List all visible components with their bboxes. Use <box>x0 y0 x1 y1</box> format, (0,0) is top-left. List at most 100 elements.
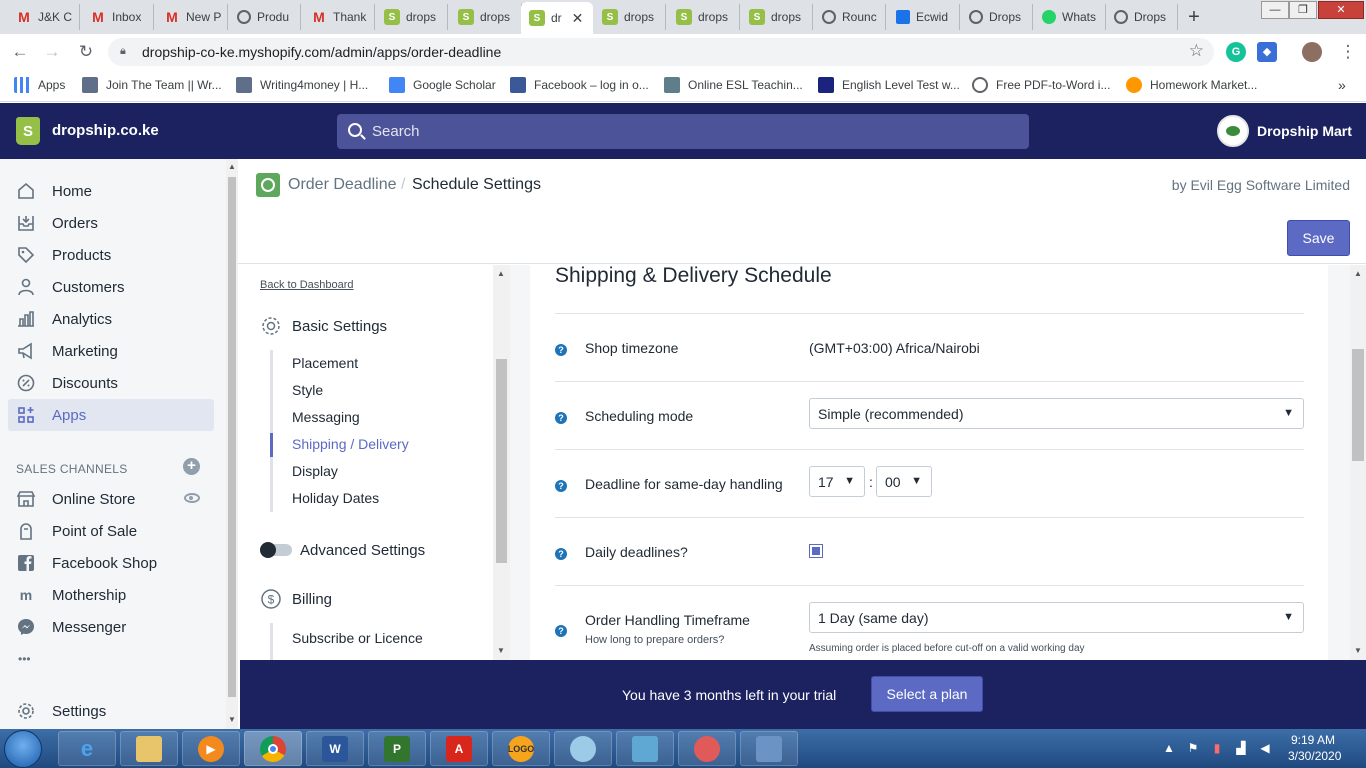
deadline-hour-select[interactable]: 17 ▼ <box>809 466 865 497</box>
view-store-eye-icon[interactable] <box>184 493 200 503</box>
browser-tab[interactable]: Sdrops <box>376 4 448 30</box>
browser-tab[interactable]: Drops <box>1106 4 1178 30</box>
ie-icon[interactable]: e <box>58 731 116 766</box>
scroll-up-arrow-icon[interactable]: ▲ <box>1354 269 1362 278</box>
bookmark-item[interactable]: Homework Market... <box>1126 77 1257 93</box>
app-sidebar-scrollbar[interactable]: ▲ ▼ <box>493 265 510 660</box>
show-hidden-icons-icon[interactable]: ▲ <box>1162 741 1176 755</box>
bookmarks-overflow-icon[interactable]: » <box>1338 77 1346 93</box>
browser-menu-icon[interactable]: ⋮ <box>1338 42 1358 62</box>
grammarly-extension-icon[interactable]: G <box>1226 42 1246 62</box>
photo-viewer-icon[interactable] <box>616 731 674 766</box>
nav-item-home[interactable]: Home <box>8 175 214 207</box>
store-name[interactable]: dropship.co.ke <box>52 122 159 139</box>
nav-item-orders[interactable]: Orders <box>8 207 214 239</box>
bookmark-item[interactable]: Online ESL Teachin... <box>664 77 803 93</box>
add-channel-icon[interactable]: + <box>183 458 200 475</box>
side-link-shipping-delivery[interactable]: Shipping / Delivery <box>292 436 409 452</box>
url-text[interactable]: dropship-co-ke.myshopify.com/admin/apps/… <box>142 44 501 60</box>
advanced-settings-heading[interactable]: Advanced Settings <box>300 542 425 559</box>
address-bar[interactable]: 🔒︎ dropship-co-ke.myshopify.com/admin/ap… <box>108 38 1214 66</box>
help-icon[interactable]: ? <box>555 625 567 637</box>
nav-item-products[interactable]: Products <box>8 239 214 271</box>
close-tab-icon[interactable]: ✕ <box>572 10 584 27</box>
deadline-minute-select[interactable]: 00 ▼ <box>876 466 932 497</box>
control-panel-icon[interactable] <box>740 731 798 766</box>
new-tab-button[interactable]: + <box>1182 6 1206 28</box>
browser-tab-active[interactable]: Sdr ✕ <box>521 2 593 34</box>
scroll-down-arrow-icon[interactable]: ▼ <box>1354 646 1362 655</box>
side-link-messaging[interactable]: Messaging <box>292 409 360 425</box>
chrome-icon[interactable] <box>244 731 302 766</box>
browser-tab[interactable]: Sdrops <box>594 4 666 30</box>
daily-deadlines-checkbox[interactable] <box>809 544 823 558</box>
timeframe-select[interactable]: 1 Day (same day) ▼ <box>809 602 1304 633</box>
maximize-window-button[interactable]: ❐ <box>1289 1 1317 19</box>
word-icon[interactable]: W <box>306 731 364 766</box>
browser-tab[interactable]: M Inbox <box>82 4 154 30</box>
bookmark-item[interactable]: Free PDF-to-Word i... <box>972 77 1110 93</box>
basic-settings-heading[interactable]: Basic Settings <box>260 315 387 337</box>
back-arrow-icon[interactable]: ← <box>10 42 30 62</box>
nav-item-facebook-shop[interactable]: Facebook Shop <box>8 547 214 579</box>
bookmark-star-icon[interactable]: ☆ <box>1189 41 1204 61</box>
billing-heading[interactable]: $ Billing <box>260 588 332 610</box>
volume-icon[interactable]: ◀ <box>1258 741 1272 755</box>
nav-item-online-store[interactable]: Online Store <box>8 483 214 515</box>
admin-search-input[interactable]: Search <box>337 114 1029 149</box>
flag-icon[interactable]: ⚑ <box>1186 741 1200 755</box>
scroll-down-arrow-icon[interactable]: ▼ <box>228 715 236 724</box>
browser-tab[interactable]: Sdrops <box>450 4 522 30</box>
bookmark-item[interactable]: Facebook – log in o... <box>510 77 649 93</box>
bookmark-item[interactable]: Join The Team || Wr... <box>82 77 222 93</box>
paint-icon[interactable] <box>554 731 612 766</box>
side-link-holiday-dates[interactable]: Holiday Dates <box>292 490 379 506</box>
battery-icon[interactable]: ▮ <box>1210 741 1224 755</box>
profile-avatar[interactable] <box>1302 42 1322 62</box>
nav-item-analytics[interactable]: Analytics <box>8 303 214 335</box>
clock-date[interactable]: 3/30/2020 <box>1288 749 1341 763</box>
scheduling-mode-select[interactable]: Simple (recommended) ▼ <box>809 398 1304 429</box>
snipping-icon[interactable] <box>678 731 736 766</box>
network-icon[interactable]: ▟ <box>1234 741 1248 755</box>
media-player-icon[interactable]: ▶ <box>182 731 240 766</box>
main-scrollbar[interactable]: ▲ ▼ <box>1350 265 1366 660</box>
acrobat-icon[interactable]: A <box>430 731 488 766</box>
side-link-subscribe[interactable]: Subscribe or Licence <box>292 630 423 646</box>
browser-tab[interactable]: M J&K C <box>8 4 80 30</box>
scroll-up-arrow-icon[interactable]: ▲ <box>497 269 505 278</box>
browser-tab[interactable]: Produ <box>229 4 301 30</box>
browser-tab[interactable]: Ecwid <box>888 4 960 30</box>
project-icon[interactable]: P <box>368 731 426 766</box>
logo-app-icon[interactable]: LOGO <box>492 731 550 766</box>
scrollbar-thumb[interactable] <box>1352 349 1364 461</box>
side-link-style[interactable]: Style <box>292 382 323 398</box>
scrollbar-thumb[interactable] <box>228 177 236 697</box>
save-button[interactable]: Save <box>1287 220 1350 256</box>
browser-tab[interactable]: Rounc <box>814 4 886 30</box>
nav-item-mothership[interactable]: m Mothership <box>8 579 214 611</box>
back-to-dashboard-link[interactable]: Back to Dashboard <box>260 279 354 291</box>
browser-tab[interactable]: Whats <box>1034 4 1106 30</box>
reload-icon[interactable]: ↻ <box>76 42 96 62</box>
close-window-button[interactable]: ✕ <box>1318 1 1364 19</box>
select-plan-button[interactable]: Select a plan <box>871 676 983 712</box>
account-avatar[interactable] <box>1217 115 1249 147</box>
help-icon[interactable]: ? <box>555 480 567 492</box>
sidebar-scrollbar[interactable]: ▲ ▼ <box>226 159 238 729</box>
minimize-window-button[interactable]: — <box>1261 1 1289 19</box>
help-icon[interactable]: ? <box>555 548 567 560</box>
bookmark-apps[interactable]: Apps <box>14 77 65 93</box>
browser-tab[interactable]: M New P <box>156 4 228 30</box>
shopify-logo-icon[interactable] <box>16 117 40 145</box>
bookmark-item[interactable]: Writing4money | H... <box>236 77 368 93</box>
scroll-up-arrow-icon[interactable]: ▲ <box>228 162 236 171</box>
help-icon[interactable]: ? <box>555 344 567 356</box>
scholar-extension-icon[interactable]: ◆ <box>1257 42 1277 62</box>
scrollbar-thumb[interactable] <box>496 359 507 563</box>
explorer-icon[interactable] <box>120 731 178 766</box>
nav-item-settings[interactable]: Settings <box>8 695 214 727</box>
more-channels-icon[interactable]: ••• <box>8 643 214 675</box>
nav-item-discounts[interactable]: Discounts <box>8 367 214 399</box>
advanced-settings-toggle[interactable] <box>260 542 292 558</box>
